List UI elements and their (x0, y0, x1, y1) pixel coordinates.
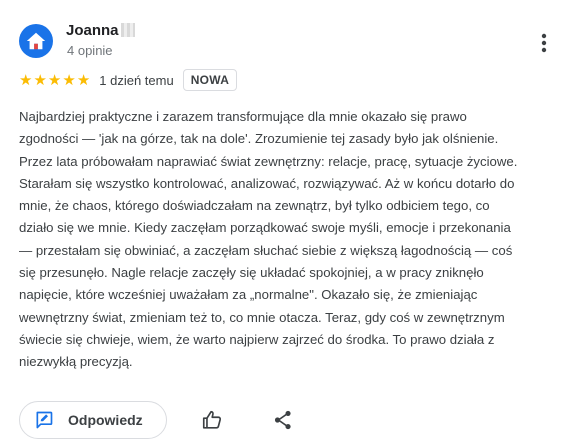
more-vert-icon (541, 33, 547, 53)
author-name[interactable]: Joanna (66, 22, 119, 39)
house-icon (26, 32, 46, 50)
thumbs-up-icon (202, 410, 222, 429)
author-review-count: 4 opinie (67, 43, 113, 58)
share-button[interactable] (271, 408, 295, 432)
star-icon: ★ (62, 71, 76, 89)
reply-label: Odpowiedz (68, 412, 143, 428)
reply-button[interactable]: Odpowiedz (19, 401, 167, 439)
share-icon (274, 410, 291, 430)
star-icon: ★ (19, 71, 33, 89)
new-badge: NOWA (182, 69, 238, 91)
star-icon: ★ (33, 71, 47, 89)
like-button[interactable] (200, 408, 224, 432)
review-time: 1 dzień temu (99, 72, 174, 88)
more-options-button[interactable] (534, 30, 554, 56)
rating-row: ★ ★ ★ ★ ★ 1 dzień temu NOWA (19, 69, 238, 91)
edit-reply-icon (36, 411, 53, 429)
author-name-row[interactable]: Joanna (66, 22, 135, 39)
review-text: Najbardziej praktyczne i zarazem transfo… (19, 109, 518, 370)
star-rating: ★ ★ ★ ★ ★ (19, 73, 90, 88)
redacted-surname (120, 23, 135, 37)
star-icon: ★ (76, 71, 91, 89)
star-icon: ★ (47, 71, 62, 89)
avatar[interactable] (19, 24, 53, 58)
